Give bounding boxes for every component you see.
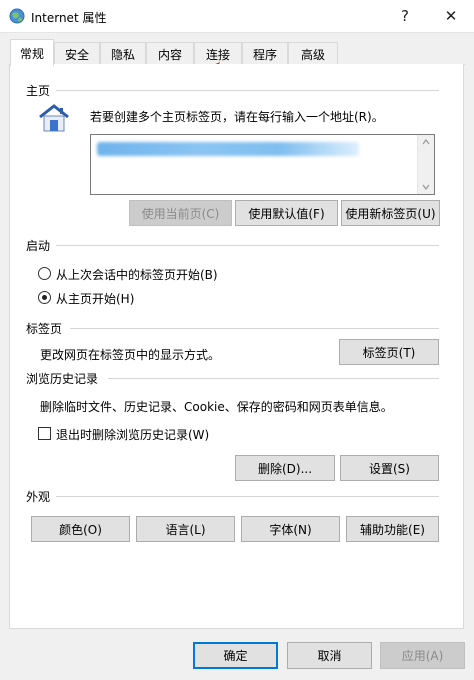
close-button[interactable]: ✕ bbox=[428, 0, 474, 32]
startup-group-title: 启动 bbox=[26, 239, 51, 253]
general-tab-panel: 主页 若要创建多个主页标签页，请在每行输入一个地址(R)。 使用当前页(C) 使… bbox=[9, 64, 464, 629]
history-description: 删除临时文件、历史记录、Cookie、保存的密码和网页表单信息。 bbox=[40, 400, 393, 414]
tab-programs[interactable]: 程序 bbox=[242, 42, 288, 65]
appearance-group-title: 外观 bbox=[26, 490, 51, 504]
delete-history-button[interactable]: 删除(D)... bbox=[235, 455, 335, 481]
tab-privacy[interactable]: 隐私 bbox=[100, 42, 146, 65]
accessibility-button[interactable]: 辅助功能(E) bbox=[346, 516, 439, 542]
textarea-scrollbar[interactable] bbox=[417, 135, 434, 194]
help-button[interactable]: ? bbox=[382, 0, 428, 32]
history-group-title: 浏览历史记录 bbox=[26, 372, 99, 386]
tab-advanced[interactable]: 高级 bbox=[288, 42, 338, 65]
home-page-group-title: 主页 bbox=[26, 84, 51, 98]
home-page-address-textarea[interactable] bbox=[90, 134, 435, 195]
use-current-button[interactable]: 使用当前页(C) bbox=[129, 200, 232, 226]
languages-button[interactable]: 语言(L) bbox=[136, 516, 235, 542]
startup-home-page-label[interactable]: 从主页开始(H) bbox=[56, 290, 134, 307]
home-page-description: 若要创建多个主页标签页，请在每行输入一个地址(R)。 bbox=[90, 110, 384, 124]
delete-on-exit-label[interactable]: 退出时删除浏览历史记录(W) bbox=[56, 426, 209, 443]
appearance-group-line bbox=[56, 496, 439, 497]
history-settings-button[interactable]: 设置(S) bbox=[340, 455, 439, 481]
delete-on-exit-checkbox[interactable] bbox=[38, 427, 51, 440]
startup-home-page-radio[interactable] bbox=[38, 291, 51, 304]
use-new-tab-button[interactable]: 使用新标签页(U) bbox=[341, 200, 440, 226]
colors-button[interactable]: 颜色(O) bbox=[31, 516, 130, 542]
startup-last-session-radio[interactable] bbox=[38, 267, 51, 280]
internet-options-icon bbox=[9, 8, 25, 24]
window-title: Internet 属性 bbox=[31, 11, 107, 25]
home-page-group-line bbox=[56, 90, 439, 91]
tab-security[interactable]: 安全 bbox=[54, 42, 100, 65]
ok-button[interactable]: 确定 bbox=[193, 642, 278, 669]
close-icon: ✕ bbox=[444, 7, 458, 25]
scroll-down-icon[interactable] bbox=[422, 184, 430, 190]
tabs-description: 更改网页在标签页中的显示方式。 bbox=[40, 348, 221, 362]
house-icon bbox=[39, 104, 69, 132]
history-group-line bbox=[108, 378, 439, 379]
cancel-button[interactable]: 取消 bbox=[287, 642, 372, 669]
title-bar: Internet 属性 ? ✕ bbox=[0, 0, 474, 33]
tabs-group-title: 标签页 bbox=[26, 322, 63, 336]
tabs-group-line bbox=[70, 328, 439, 329]
scroll-up-icon[interactable] bbox=[422, 139, 430, 145]
tabs-settings-button[interactable]: 标签页(T) bbox=[339, 339, 439, 365]
startup-last-session-label[interactable]: 从上次会话中的标签页开始(B) bbox=[56, 266, 218, 283]
use-default-button[interactable]: 使用默认值(F) bbox=[235, 200, 338, 226]
fonts-button[interactable]: 字体(N) bbox=[241, 516, 340, 542]
startup-group-line bbox=[56, 245, 439, 246]
tab-general[interactable]: 常规 bbox=[10, 39, 54, 66]
home-page-address-value bbox=[97, 142, 359, 156]
apply-button[interactable]: 应用(A) bbox=[380, 642, 465, 669]
